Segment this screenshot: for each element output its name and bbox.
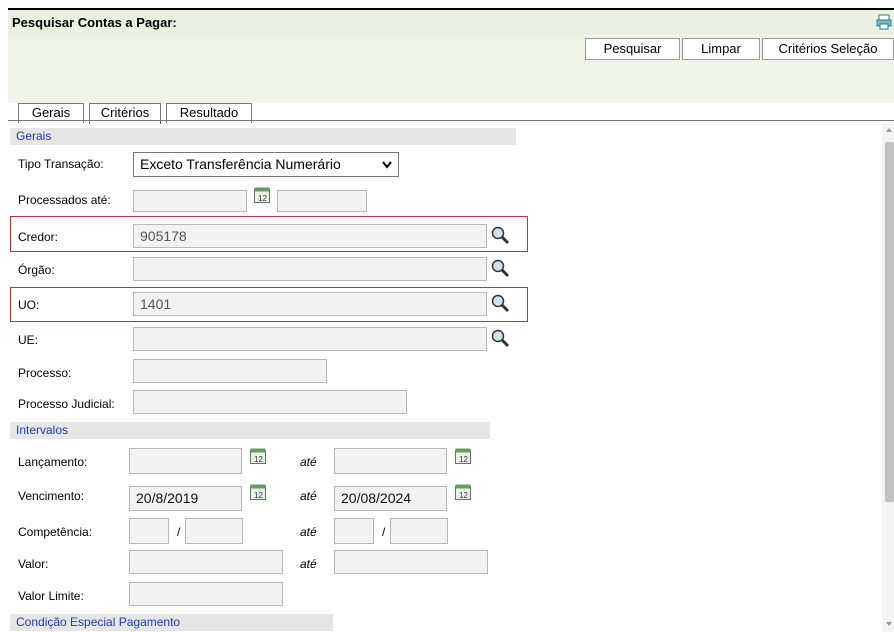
date-separator: /	[382, 525, 386, 539]
calendar-icon[interactable]: 12	[455, 448, 471, 464]
clear-button[interactable]: Limpar	[682, 38, 760, 60]
svg-text:12: 12	[254, 455, 263, 464]
search-lookup-icon[interactable]	[490, 328, 510, 348]
calendar-icon[interactable]: 12	[254, 187, 270, 203]
scroll-down-icon[interactable]	[884, 620, 894, 628]
vencimento-to-input[interactable]: 20/08/2024	[334, 486, 447, 511]
calendar-icon[interactable]: 12	[250, 484, 266, 500]
tab-divider	[8, 120, 894, 121]
credor-input[interactable]: 905178	[133, 224, 487, 248]
competencia-from-month-input[interactable]	[129, 518, 169, 544]
valor-to-input[interactable]	[334, 550, 488, 574]
processados-ate-date-input[interactable]	[133, 190, 247, 212]
date-separator: /	[177, 525, 181, 539]
competencia-label: Competência:	[18, 525, 93, 539]
chevron-down-icon	[382, 161, 392, 169]
tipo-transacao-label: Tipo Transação:	[18, 157, 104, 171]
competencia-to-year-input[interactable]	[390, 518, 448, 544]
ate-label: até	[300, 557, 317, 571]
criteria-button[interactable]: Critérios Seleção	[762, 38, 894, 60]
scrollbar-thumb[interactable]	[885, 142, 894, 502]
scroll-up-icon[interactable]	[884, 126, 894, 134]
lancamento-to-input[interactable]	[334, 448, 447, 474]
tipo-transacao-select[interactable]: Exceto Transferência Numerário	[133, 152, 399, 177]
section-condicao-especial: Condição Especial Pagamento	[10, 614, 333, 631]
uo-label: UO:	[18, 298, 40, 312]
ate-label: até	[300, 525, 317, 539]
credor-label: Credor:	[18, 230, 59, 244]
processo-judicial-label: Processo Judicial:	[18, 397, 115, 411]
svg-text:12: 12	[459, 455, 468, 464]
orgao-input[interactable]	[133, 257, 487, 281]
processados-ate-time-input[interactable]	[277, 190, 367, 212]
svg-text:12: 12	[254, 491, 263, 500]
ue-label: UE:	[18, 333, 39, 347]
tipo-transacao-value: Exceto Transferência Numerário	[140, 156, 341, 172]
lancamento-from-input[interactable]	[129, 448, 242, 474]
section-gerais: Gerais	[10, 128, 516, 145]
search-button[interactable]: Pesquisar	[585, 38, 680, 60]
processo-label: Processo:	[18, 366, 72, 380]
processados-ate-label: Processados até:	[18, 193, 111, 207]
calendar-icon[interactable]: 12	[250, 448, 266, 464]
valor-limite-input[interactable]	[129, 582, 283, 606]
search-lookup-icon[interactable]	[490, 293, 510, 313]
svg-text:12: 12	[459, 491, 468, 500]
page-title: Pesquisar Contas a Pagar:	[12, 15, 177, 30]
print-icon[interactable]	[876, 14, 892, 30]
section-intervalos: Intervalos	[10, 422, 490, 439]
competencia-from-year-input[interactable]	[185, 518, 243, 544]
valor-limite-label: Valor Limite:	[18, 589, 84, 603]
valor-from-input[interactable]	[129, 550, 283, 574]
ate-label: até	[300, 489, 317, 503]
calendar-icon[interactable]: 12	[455, 484, 471, 500]
competencia-to-month-input[interactable]	[334, 518, 374, 544]
ate-label: até	[300, 455, 317, 469]
valor-label: Valor:	[18, 557, 49, 571]
vencimento-label: Vencimento:	[18, 489, 85, 503]
search-lookup-icon[interactable]	[490, 258, 510, 278]
uo-input[interactable]: 1401	[133, 292, 487, 316]
window-title-bar: Pesquisar Contas a Pagar:	[8, 8, 894, 35]
vencimento-from-input[interactable]: 20/8/2019	[129, 486, 242, 511]
lancamento-label: Lançamento:	[18, 455, 88, 469]
search-lookup-icon[interactable]	[490, 225, 510, 245]
svg-text:12: 12	[258, 194, 267, 203]
orgao-label: Órgão:	[18, 263, 55, 277]
ue-input[interactable]	[133, 327, 487, 351]
processo-input[interactable]	[133, 359, 327, 383]
processo-judicial-input[interactable]	[133, 390, 407, 414]
